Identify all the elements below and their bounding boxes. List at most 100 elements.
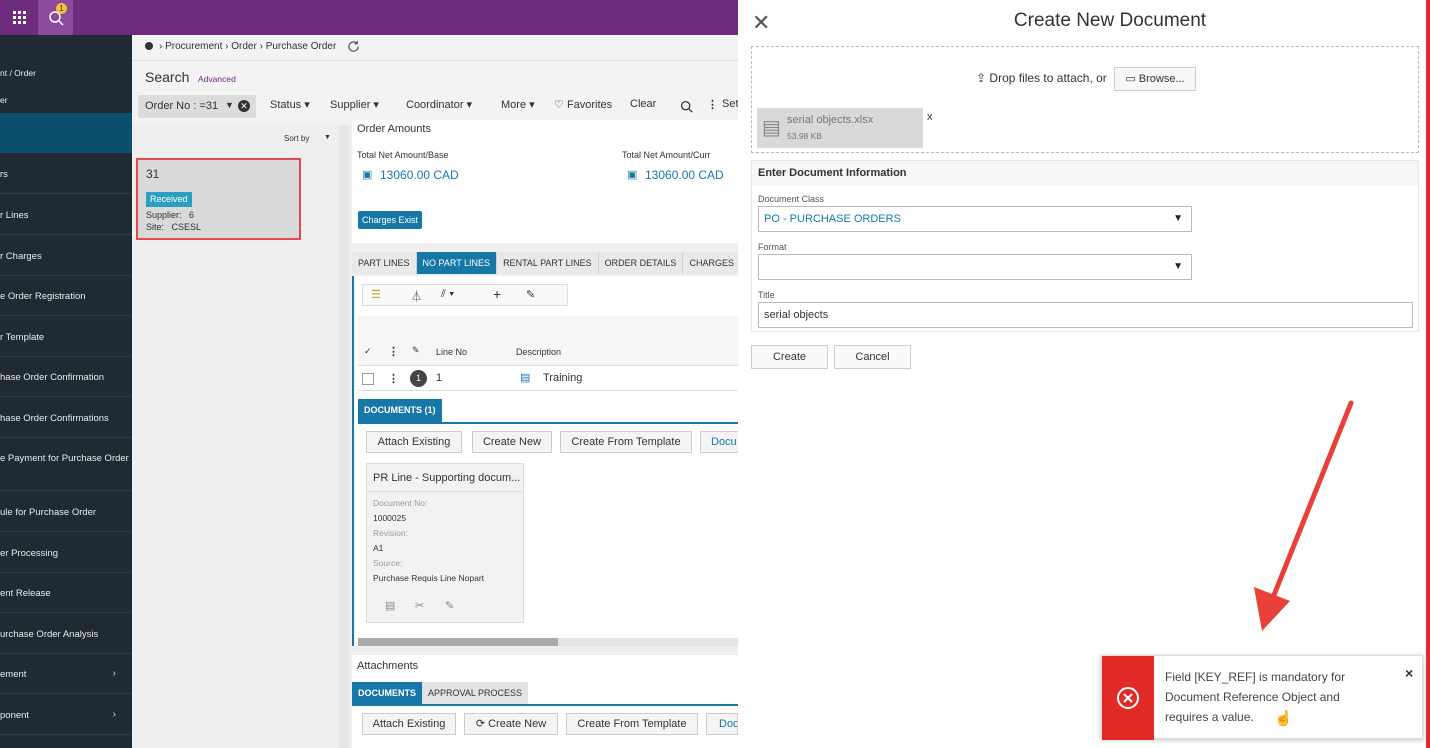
documents-more-button[interactable]: Docu <box>700 431 740 453</box>
nav-item[interactable]: r Lines <box>0 210 132 221</box>
scrollbar-thumb[interactable] <box>358 638 558 646</box>
col-line-no[interactable]: Line No <box>436 347 467 357</box>
sort-by-label[interactable]: Sort by <box>284 134 309 143</box>
detach-icon[interactable]: ✂ <box>415 599 424 612</box>
order-filter-chip[interactable]: Order No : =31 ▼ ✕ <box>138 95 256 118</box>
nav-item[interactable]: er Processing <box>0 548 132 559</box>
select-all-icon[interactable]: ✓ <box>364 346 372 357</box>
chevron-down-icon[interactable]: ▼ <box>324 134 331 141</box>
order-card[interactable]: 31 Received Supplier: 6 Site: CSESL <box>136 158 301 240</box>
title-input[interactable]: serial objects <box>758 302 1413 328</box>
row-checkbox[interactable] <box>362 373 374 385</box>
nav-item[interactable]: r Template <box>0 332 132 343</box>
filter-icon[interactable]: ⏃ <box>411 288 422 304</box>
tab-approval-process[interactable]: APPROVAL PROCESS <box>422 682 529 704</box>
format-label: Format <box>758 242 787 252</box>
attachments-more-button[interactable]: Doc <box>706 713 738 735</box>
nav-item[interactable]: e Order Registration <box>0 291 132 302</box>
nav-item[interactable]: er <box>0 95 132 105</box>
nav-item[interactable]: hase Order Confirmations <box>0 413 132 424</box>
view-document-icon[interactable]: ▤ <box>385 599 395 612</box>
advanced-search-link[interactable]: Advanced <box>198 74 236 84</box>
order-amounts-panel: Order Amounts Total Net Amount/Base ▣ 13… <box>352 120 738 243</box>
nav-item-active[interactable] <box>0 113 132 153</box>
breadcrumb[interactable]: › Procurement › Order › Purchase Order <box>159 41 336 52</box>
toast-close-button[interactable]: × <box>1405 665 1413 681</box>
document-icon[interactable]: ▤ <box>520 371 530 384</box>
edit-icon[interactable]: ✎ <box>445 599 454 612</box>
format-select[interactable]: ▼ <box>758 254 1192 280</box>
tab-documents[interactable]: DOCUMENTS (1) <box>358 399 442 422</box>
attach-existing-button[interactable]: Attach Existing <box>366 431 462 453</box>
set-button[interactable]: Set <box>722 98 739 110</box>
toast-message: Field [KEY_REF] is mandatory for Documen… <box>1165 670 1346 724</box>
column-menu-icon[interactable]: ⋮ <box>388 345 399 358</box>
curr-amount-value[interactable]: 13060.00 CAD <box>645 168 724 182</box>
nav-item[interactable]: e Payment for Purchase Order <box>0 453 132 464</box>
create-new-button[interactable]: Create New <box>472 431 552 453</box>
clear-button[interactable]: Clear <box>630 98 656 110</box>
create-new-button[interactable]: ⟳ Create New <box>464 713 558 735</box>
lines-tabs: PART LINES NO PART LINES RENTAL PART LIN… <box>352 252 741 274</box>
tab-no-part-lines[interactable]: NO PART LINES <box>416 252 498 274</box>
base-amount-value[interactable]: 13060.00 CAD <box>380 168 459 182</box>
row-badge: 1 <box>410 370 427 387</box>
app-grid-button[interactable] <box>2 0 37 35</box>
tab-rental-part-lines[interactable]: RENTAL PART LINES <box>497 252 599 274</box>
doc-class-select[interactable]: PO - PURCHASE ORDERS ▼ <box>758 206 1192 232</box>
browse-button[interactable]: ▭ Browse... <box>1114 67 1196 91</box>
list-view-icon[interactable]: ☰ <box>371 288 381 301</box>
attach-existing-button[interactable]: Attach Existing <box>362 713 456 735</box>
coordinator-filter[interactable]: Coordinator ▾ <box>406 98 472 111</box>
nav-item[interactable]: ent Release <box>0 588 132 599</box>
nav-item[interactable]: urchase Order Analysis <box>0 629 132 640</box>
favorites-button[interactable]: ♡ Favorites <box>554 98 612 111</box>
notification-badge: 1 <box>56 3 67 14</box>
attachment-icon: ✎ <box>412 345 420 355</box>
refresh-icon[interactable] <box>347 40 360 53</box>
cancel-button[interactable]: Cancel <box>834 345 911 369</box>
row-menu-icon[interactable]: ⋮ <box>388 372 399 385</box>
horizontal-scrollbar[interactable] <box>358 638 740 646</box>
base-amount-label: Total Net Amount/Base <box>357 150 449 160</box>
revision-label: Revision: <box>373 528 408 538</box>
status-filter[interactable]: Status ▾ <box>270 98 310 111</box>
chart-icon[interactable]: ⫽ ▾ <box>441 288 454 301</box>
more-options-icon[interactable]: ⋮ <box>707 98 718 111</box>
tab-charges[interactable]: CHARGES <box>683 252 741 274</box>
create-button[interactable]: Create <box>751 345 828 369</box>
col-description[interactable]: Description <box>516 347 561 357</box>
doc-class-label: Document Class <box>758 194 825 204</box>
dialog-title: Create New Document <box>1013 10 1207 31</box>
file-drop-zone[interactable]: ⇪ Drop files to attach, or ▭ Browse... ▤… <box>751 46 1419 153</box>
document-card[interactable]: PR Line - Supporting docum... Document N… <box>366 463 524 623</box>
create-from-template-button[interactable]: Create From Template <box>566 713 698 735</box>
card-site: Site: CSESL <box>146 222 202 232</box>
create-from-template-button[interactable]: Create From Template <box>560 431 692 453</box>
drop-text: ⇪ Drop files to attach, or <box>976 71 1107 85</box>
nav-item[interactable]: rs <box>0 169 132 180</box>
more-filter[interactable]: More ▾ <box>501 98 535 111</box>
nav-item[interactable]: hase Order Confirmation <box>0 372 132 383</box>
attached-file[interactable]: ▤ serial objects.xlsx 53.98 KB <box>757 108 923 148</box>
hand-cursor-icon: ☝ <box>1274 710 1293 727</box>
clear-filter-icon[interactable]: ✕ <box>238 100 250 112</box>
add-icon[interactable]: + <box>493 286 501 302</box>
tab-attachments-documents[interactable]: DOCUMENTS <box>352 682 422 704</box>
nav-item[interactable]: ule for Purchase Order <box>0 507 132 518</box>
source-label: Source: <box>373 558 403 568</box>
search-icon[interactable] <box>680 100 693 113</box>
supplier-filter[interactable]: Supplier ▾ <box>330 98 379 111</box>
tab-order-details[interactable]: ORDER DETAILS <box>598 252 684 274</box>
toast-icon-area <box>1102 656 1154 740</box>
edit-icon[interactable]: ✎ <box>526 288 535 301</box>
charges-exist-badge[interactable]: Charges Exist <box>358 211 423 229</box>
tab-part-lines[interactable]: PART LINES <box>352 252 417 274</box>
table-row[interactable]: ⋮ 1 1 ▤ Training <box>358 367 740 391</box>
home-icon[interactable] <box>145 42 153 50</box>
order-number: 31 <box>146 167 160 181</box>
remove-file-button[interactable]: x <box>927 111 933 123</box>
nav-item[interactable]: nt / Order <box>0 68 132 78</box>
nav-item[interactable]: r Charges <box>0 251 132 262</box>
source-value: Purchase Requis Line Nopart <box>373 573 485 583</box>
